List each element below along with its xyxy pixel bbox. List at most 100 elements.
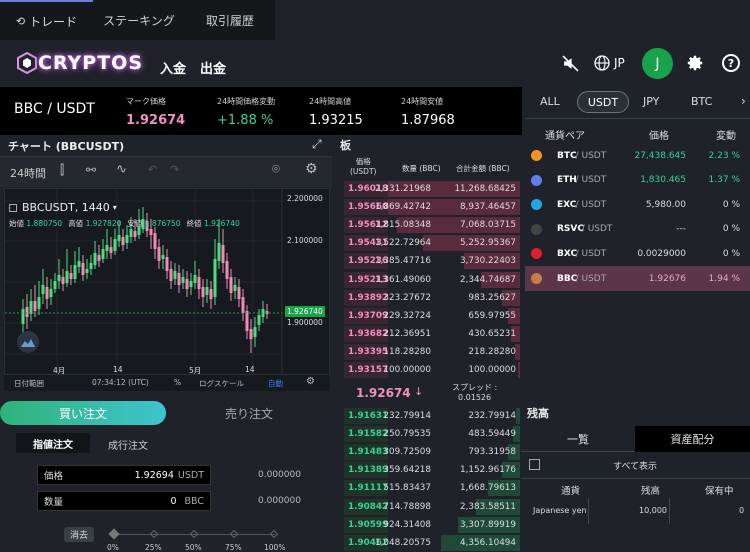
- bid-row[interactable]: 1.90599 924.31408 3,307.89919: [344, 516, 520, 534]
- market-tabs: ALL USDT JPY BTC ›: [525, 88, 750, 116]
- clear-button[interactable]: 消去: [64, 527, 94, 542]
- candle-type-icon[interactable]: ⫿: [60, 163, 64, 178]
- market-quote: / USDT: [575, 199, 607, 210]
- tab-staking-label: ステーキング: [103, 13, 175, 28]
- candle-body: [253, 327, 257, 337]
- ticker-high: 24時間高値 1.93215: [309, 96, 363, 128]
- market-tab-btc[interactable]: BTC: [691, 95, 712, 108]
- date-range-button[interactable]: 日付範囲: [14, 378, 44, 389]
- bid-row[interactable]: 1.91582 250.79535 483.59449: [344, 425, 520, 443]
- asset-allocation-tab[interactable]: 資産配分: [635, 426, 750, 452]
- ask-row[interactable]: 1.96018 2,331.21968 11,268.68425: [344, 180, 520, 198]
- market-order-tab[interactable]: 成行注文: [108, 437, 148, 452]
- auto-scale-toggle[interactable]: 自動: [268, 378, 283, 389]
- ask-row[interactable]: 1.95660 1,869.42742 8,937.46457: [344, 198, 520, 216]
- book-price: 1.90842: [348, 501, 389, 512]
- bid-row[interactable]: 1.91631 232.79914 232.79914: [344, 407, 520, 425]
- bid-row[interactable]: 1.91117 515.83437 1,668.79613: [344, 479, 520, 497]
- limit-order-tab[interactable]: 指値注文: [16, 433, 90, 453]
- interval-selector[interactable]: 24時間: [10, 165, 46, 181]
- market-price: ---: [676, 224, 686, 235]
- bid-row[interactable]: 1.90462 1,048.20575 4,356.10494: [344, 534, 520, 552]
- undo-icon[interactable]: ↶: [148, 163, 157, 176]
- bid-row[interactable]: 1.91389 359.64218 1,152.96176: [344, 461, 520, 479]
- collapse-icon[interactable]: [9, 203, 17, 212]
- col-pair: 通貨ペア: [545, 131, 585, 142]
- bid-row[interactable]: 1.91483 309.72509 793.31958: [344, 443, 520, 461]
- market-row-bbc[interactable]: BBC / USDT 1.92676 1.94 %: [525, 266, 750, 291]
- line-tool-icon[interactable]: ∿: [116, 162, 127, 177]
- ask-row[interactable]: 1.95213 1,361.49060 2,344.74687: [344, 271, 520, 289]
- market-tab-usdt[interactable]: USDT: [577, 91, 629, 113]
- price-chart[interactable]: BBCUSDT, 1440 ▾ 始値 1.880750 高値 1.927820 …: [4, 188, 330, 376]
- ask-row[interactable]: 1.93395 118.28280 218.28280: [344, 343, 520, 361]
- book-total: 2,344.74687: [460, 274, 516, 285]
- ask-row[interactable]: 1.93892 323.27672 983.25627: [344, 289, 520, 307]
- indicator-icon[interactable]: ⚯: [86, 163, 96, 177]
- camera-icon[interactable]: ⌾: [272, 162, 280, 177]
- help-icon[interactable]: ?: [722, 54, 740, 72]
- chart-header: チャート (BBCUSDT) ⤢: [0, 135, 332, 157]
- sell-tab-label: 売り注文: [224, 406, 273, 421]
- book-total: 659.97955: [468, 310, 516, 321]
- tab-history[interactable]: 取引履歴: [185, 0, 275, 40]
- market-row-eth[interactable]: ETH / USDT 1,830.465 1.37 %: [525, 168, 750, 193]
- withdraw-link[interactable]: 出金: [200, 58, 226, 77]
- candle-body: [37, 297, 41, 309]
- market-row-btc[interactable]: BTC / USDT 27,438.645 2.23 %: [525, 143, 750, 168]
- slider-mark-25[interactable]: [149, 529, 159, 539]
- avatar[interactable]: J: [642, 48, 673, 79]
- book-qty: 714.78898: [383, 501, 431, 512]
- book-total: 218.28280: [468, 346, 516, 357]
- slider-handle[interactable]: [108, 528, 120, 540]
- symbol-dropdown-icon[interactable]: ▾: [113, 203, 117, 212]
- tab-trade[interactable]: ⟲ トレード: [0, 0, 93, 40]
- book-total: 5,252.95367: [460, 238, 516, 249]
- chevron-right-icon[interactable]: ›: [741, 94, 746, 108]
- candle-body: [125, 235, 129, 243]
- slider-mark-75[interactable]: [229, 529, 239, 539]
- market-tab-all[interactable]: ALL: [540, 95, 560, 108]
- ask-row[interactable]: 1.93709 229.32724 659.97955: [344, 307, 520, 325]
- candle-body: [33, 301, 37, 311]
- footer-settings-icon[interactable]: ⚙: [306, 376, 315, 387]
- logo[interactable]: CRYPTOS: [16, 52, 143, 74]
- candle-body: [81, 263, 85, 275]
- market-quote: / USDT: [575, 150, 607, 161]
- deposit-link[interactable]: 入金: [160, 58, 186, 77]
- market-row-rsvc[interactable]: RSVC / USDT --- 0 %: [525, 217, 750, 242]
- expand-icon[interactable]: ⤢: [312, 137, 322, 152]
- ask-row[interactable]: 1.93157 100.00000 100.00000: [344, 361, 520, 379]
- percent-toggle[interactable]: %: [174, 378, 181, 387]
- tradingview-logo-icon[interactable]: [17, 331, 39, 353]
- slider-mark-100[interactable]: [269, 529, 279, 539]
- market-row-exc[interactable]: EXC / USDT 5,980.00 0 %: [525, 192, 750, 217]
- sell-tab[interactable]: 売り注文: [166, 401, 332, 425]
- show-all-label: すべて表示: [613, 462, 658, 472]
- ask-row[interactable]: 1.95431 1,522.72964 5,252.95367: [344, 234, 520, 252]
- show-all-checkbox[interactable]: [529, 459, 540, 470]
- buy-tab[interactable]: 買い注文: [0, 401, 166, 425]
- chart-settings-icon[interactable]: ⚙: [305, 161, 318, 177]
- mute-icon[interactable]: [562, 55, 579, 76]
- tab-staking[interactable]: ステーキング: [93, 0, 185, 40]
- col-total: 合計金額 (BBC): [456, 164, 510, 173]
- language-selector[interactable]: JP: [594, 55, 625, 71]
- redo-icon[interactable]: ↷: [170, 163, 179, 176]
- market-symbol: RSVC: [557, 224, 584, 235]
- bid-row[interactable]: 1.90842 714.78898 2,383.58511: [344, 498, 520, 516]
- col-change: 変動: [716, 131, 736, 142]
- market-quote: / USDT: [575, 248, 607, 259]
- ask-row[interactable]: 1.95236 1,385.47716 3,730.22403: [344, 252, 520, 270]
- price-field[interactable]: 価格 1.92694 USDT: [37, 465, 211, 485]
- market-row-bxc[interactable]: BXC / USDT 0.0029000 0 %: [525, 241, 750, 266]
- ask-row[interactable]: 1.93682 212.36951 430.65231: [344, 325, 520, 343]
- market-tab-jpy[interactable]: JPY: [643, 95, 659, 108]
- log-scale-toggle[interactable]: ログスケール: [199, 378, 244, 389]
- quantity-field[interactable]: 数量 0 BBC: [37, 491, 211, 511]
- balance-list-tab[interactable]: 一覧: [521, 426, 635, 452]
- gear-icon[interactable]: [686, 54, 704, 76]
- book-qty: 1,048.20575: [375, 537, 431, 548]
- ask-row[interactable]: 1.95612 1,815.08348 7,068.03715: [344, 216, 520, 234]
- slider-mark-50[interactable]: [189, 529, 199, 539]
